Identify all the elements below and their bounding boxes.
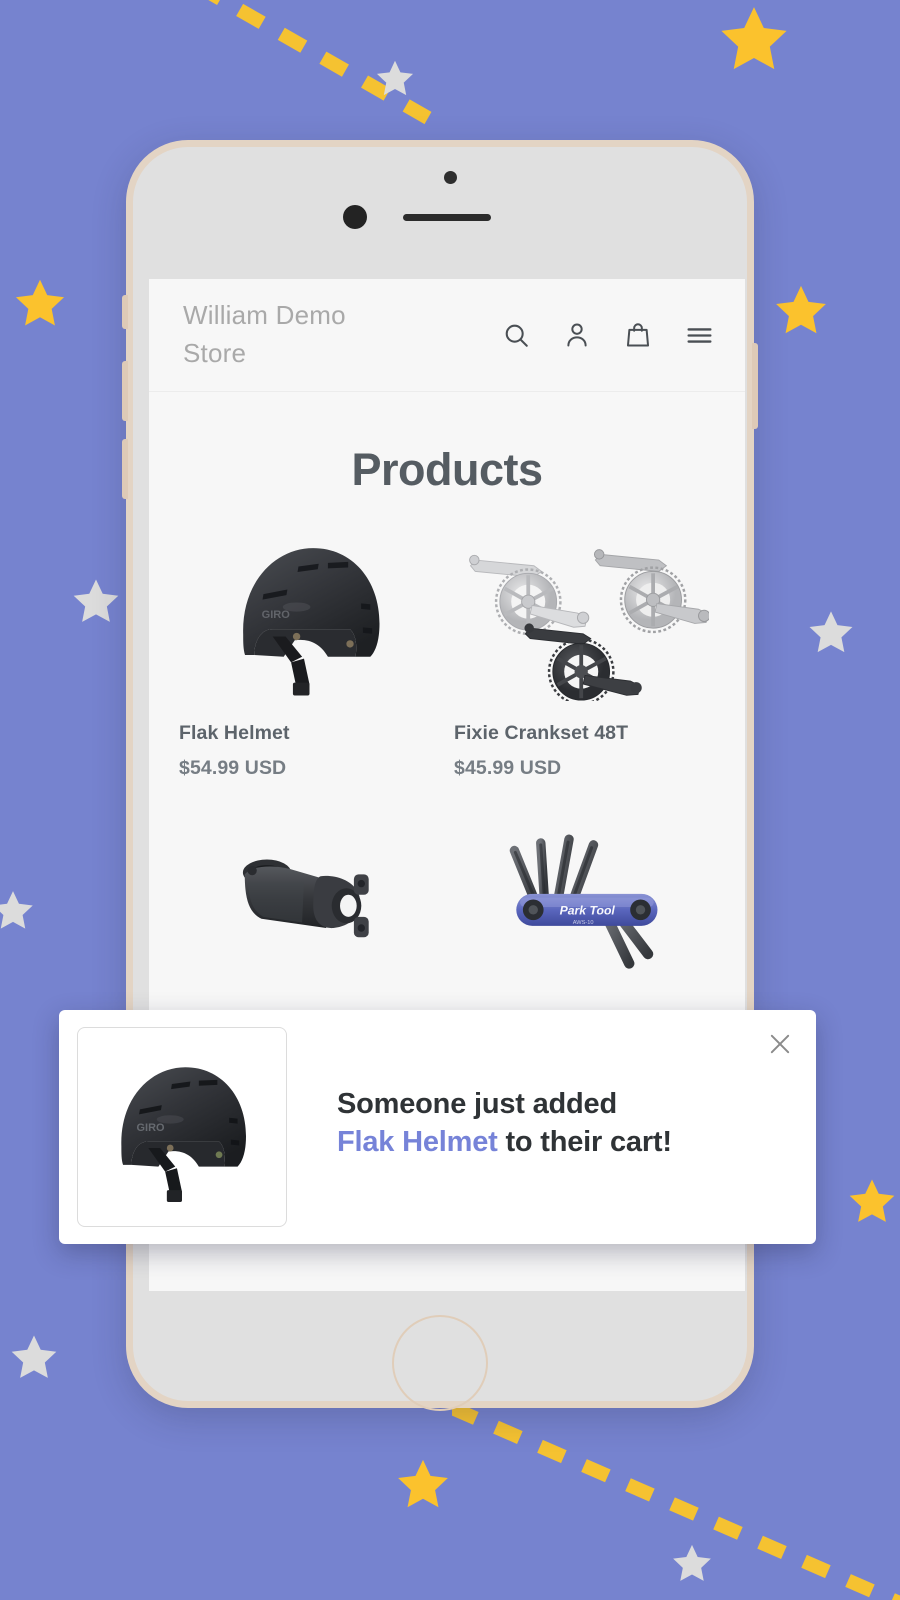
star-decoration: [849, 1179, 895, 1222]
product-card[interactable]: Fixie Crankset 48T $45.99 USD: [454, 520, 715, 780]
notification-product-link[interactable]: Flak Helmet: [337, 1126, 498, 1158]
svg-text:Park Tool: Park Tool: [559, 904, 615, 918]
star-decoration: [11, 1335, 57, 1378]
star-decoration: [776, 285, 826, 334]
phone-earpiece-speaker: [403, 214, 491, 221]
star-decoration: [15, 279, 65, 326]
phone-home-button[interactable]: [392, 1315, 488, 1411]
phone-mute-switch: [122, 295, 128, 329]
account-icon[interactable]: [561, 319, 593, 351]
store-title: William Demo Store: [183, 300, 346, 368]
product-image-bike-stem-black[interactable]: [179, 798, 440, 984]
star-decoration: [0, 891, 33, 929]
menu-icon[interactable]: [683, 319, 715, 351]
star-decoration: [376, 60, 414, 96]
notification-line-1: Someone just added: [337, 1088, 617, 1121]
star-decoration: [809, 611, 853, 653]
notification-line-2: Flak Helmet to their cart!: [337, 1124, 798, 1162]
header-actions: [500, 319, 715, 351]
product-card[interactable]: [179, 798, 440, 1000]
star-decoration: [721, 7, 787, 70]
dashed-line-bottom: [452, 1408, 900, 1600]
dashed-line-top: [208, 0, 432, 125]
product-price: $45.99 USD: [454, 757, 562, 779]
star-decoration: [398, 1459, 448, 1508]
phone-volume-up-button: [122, 361, 128, 421]
screenshot-root: William Demo Store Products GIRO Flak He…: [0, 0, 900, 1600]
product-image-bike-helmet-black[interactable]: GIRO: [179, 520, 440, 706]
notification-message: Someone just added Flak Helmet to their …: [287, 1086, 798, 1167]
product-card[interactable]: Park Tool AWS-10: [454, 798, 715, 1000]
cart-icon[interactable]: [622, 319, 654, 351]
svg-text:GIRO: GIRO: [137, 1122, 165, 1134]
star-decoration: [673, 1544, 711, 1581]
search-icon[interactable]: [500, 319, 532, 351]
social-proof-notification[interactable]: GIRO Someone just added Flak Helmet to t…: [59, 1010, 816, 1244]
svg-text:GIRO: GIRO: [262, 609, 291, 621]
close-icon[interactable]: [760, 1024, 800, 1064]
phone-sensor-dot: [444, 171, 457, 184]
product-name: Flak Helmet: [179, 722, 290, 744]
page-title: Products: [351, 444, 543, 495]
phone-front-camera: [343, 205, 367, 229]
store-header: William Demo Store: [149, 279, 745, 392]
product-price: $54.99 USD: [179, 757, 287, 779]
phone-power-button: [752, 343, 758, 429]
product-card[interactable]: GIRO Flak Helmet $54.99 USD: [179, 520, 440, 780]
notification-text-suffix: to their cart!: [497, 1126, 672, 1158]
phone-volume-down-button: [122, 439, 128, 499]
star-decoration: [73, 579, 119, 622]
notification-product-thumbnail[interactable]: GIRO: [77, 1027, 287, 1227]
product-image-bike-crankset-set[interactable]: [454, 520, 715, 706]
product-name: Fixie Crankset 48T: [454, 722, 629, 744]
product-grid: GIRO Flak Helmet $54.99 USD Fixie Cranks…: [149, 520, 745, 1000]
product-image-folding-hex-multitool-blue[interactable]: Park Tool AWS-10: [454, 798, 715, 984]
svg-text:AWS-10: AWS-10: [572, 920, 593, 926]
